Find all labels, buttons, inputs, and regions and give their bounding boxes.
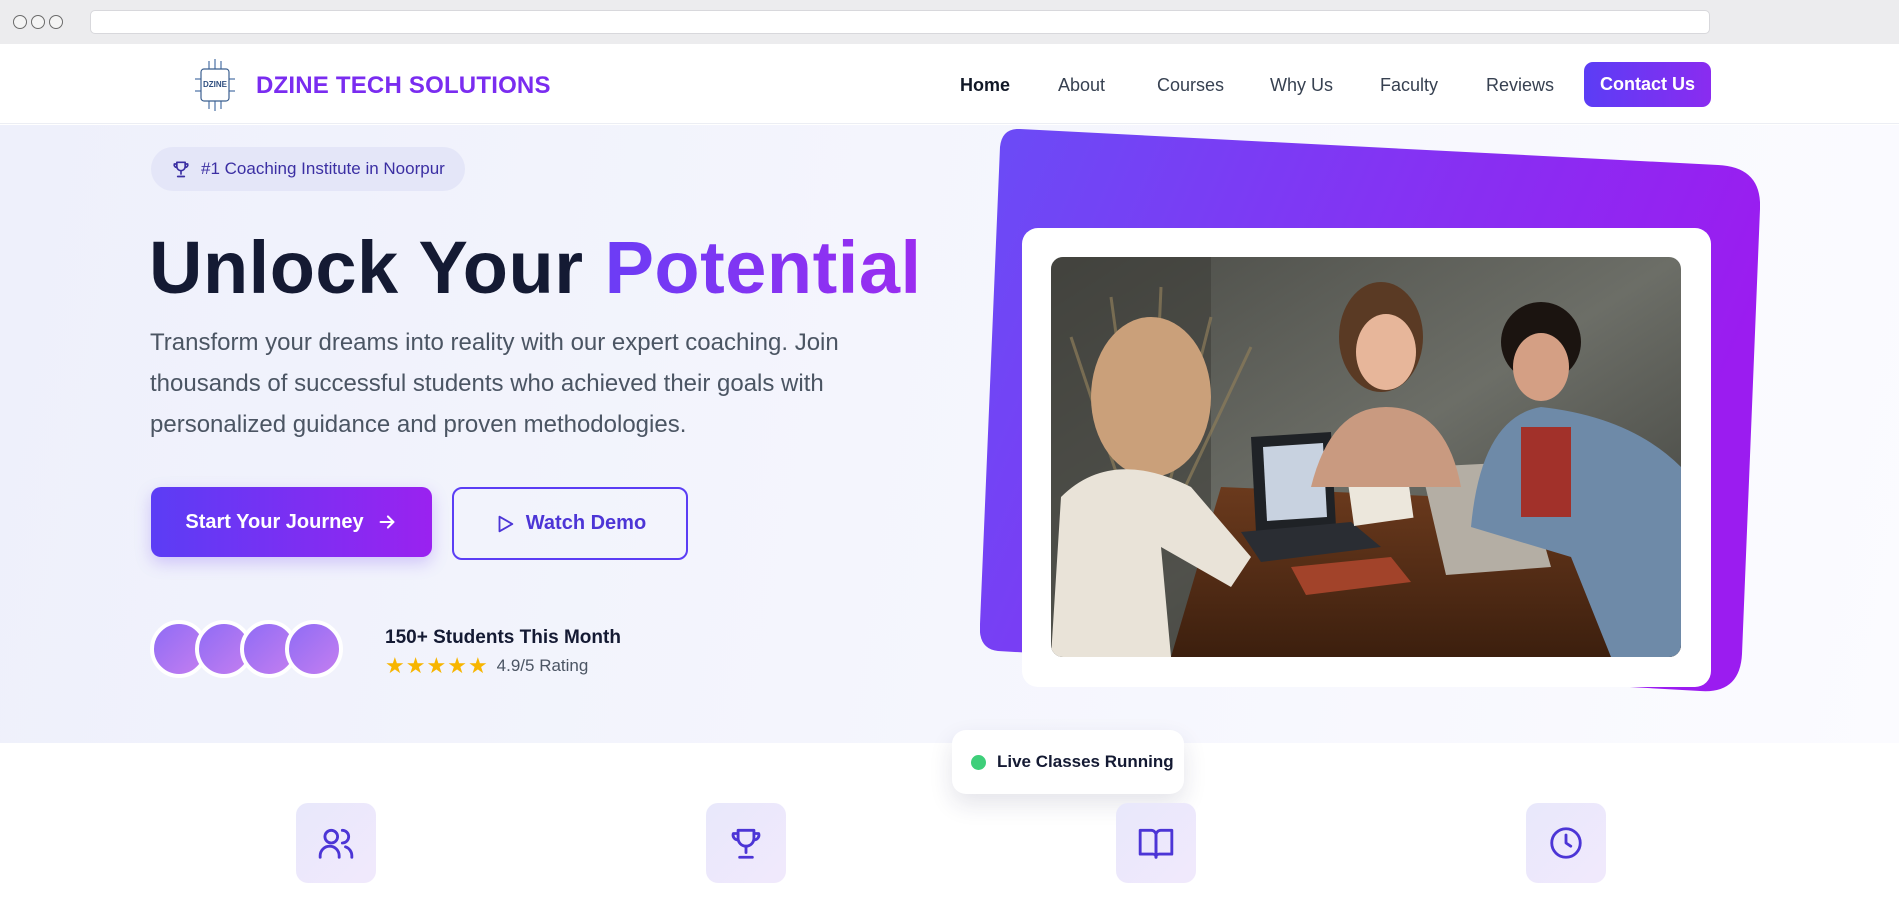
watch-demo-button[interactable]: Watch Demo <box>452 487 688 560</box>
live-indicator-dot <box>971 754 986 770</box>
classroom-image <box>1051 257 1681 657</box>
nav-link-faculty[interactable]: Faculty <box>1380 75 1438 96</box>
rating-row: ★ ★ ★ ★ ★ 4.9/5 Rating <box>385 655 588 677</box>
star-icon: ★ <box>405 653 426 678</box>
students-photo <box>1051 257 1681 657</box>
nav-link-home[interactable]: Home <box>960 75 1010 96</box>
live-classes-label: Live Classes Running <box>997 752 1174 771</box>
arrow-right-icon <box>379 515 395 529</box>
star-icon: ★ <box>385 653 405 678</box>
watch-demo-label: Watch Demo <box>525 512 647 534</box>
badge-label: #1 Coaching Institute in Noorpur <box>201 159 445 178</box>
window-controls <box>13 15 63 29</box>
nav-link-courses[interactable]: Courses <box>1157 75 1224 96</box>
logo-text: DZINE <box>203 80 228 89</box>
webpage: DZINE DZINE TECH SOLUTIONS Home About Co… <box>0 44 1899 910</box>
trophy-icon <box>173 161 189 178</box>
ranking-badge: #1 Coaching Institute in Noorpur <box>151 147 465 191</box>
star-icon: ★ <box>467 653 488 678</box>
live-classes-badge: Live Classes Running <box>952 730 1184 794</box>
hero-subtext: Transform your dreams into reality with … <box>150 329 839 438</box>
brand-name[interactable]: DZINE TECH SOLUTIONS <box>256 72 551 100</box>
close-window-button[interactable] <box>13 15 27 29</box>
nav-link-about[interactable]: About <box>1058 75 1105 96</box>
students-count: 150+ Students This Month <box>385 627 621 648</box>
star-icon: ★ <box>426 653 447 678</box>
book-open-icon <box>1138 828 1174 859</box>
contact-us-button[interactable]: Contact Us <box>1584 62 1711 107</box>
hero-headline: Unlock Your Potential <box>149 225 922 310</box>
feature-users <box>296 803 376 883</box>
play-icon <box>498 515 514 532</box>
browser-chrome <box>0 0 1899 44</box>
headline-accent: Potential <box>604 226 922 309</box>
student-avatars <box>150 620 350 680</box>
avatar <box>285 620 343 678</box>
nav-link-reviews[interactable]: Reviews <box>1486 75 1554 96</box>
nav-link-why-us[interactable]: Why Us <box>1270 75 1333 96</box>
feature-trophy <box>706 803 786 883</box>
hero-section: #1 Coaching Institute in Noorpur Unlock … <box>0 125 1899 794</box>
navbar: DZINE DZINE TECH SOLUTIONS Home About Co… <box>0 44 1899 124</box>
address-bar[interactable] <box>90 10 1710 34</box>
logo-icon[interactable]: DZINE <box>195 59 235 111</box>
trophy-icon <box>731 828 761 859</box>
start-journey-button[interactable]: Start Your Journey <box>151 487 432 557</box>
maximize-window-button[interactable] <box>49 15 63 29</box>
rating-text: 4.9/5 Rating <box>496 656 589 675</box>
start-journey-label: Start Your Journey <box>185 510 364 533</box>
clock-icon <box>1550 827 1582 859</box>
headline-main: Unlock Your <box>149 226 584 309</box>
feature-book <box>1116 803 1196 883</box>
star-icon: ★ <box>447 653 467 678</box>
feature-clock <box>1526 803 1606 883</box>
users-icon <box>318 828 354 859</box>
minimize-window-button[interactable] <box>31 15 45 29</box>
